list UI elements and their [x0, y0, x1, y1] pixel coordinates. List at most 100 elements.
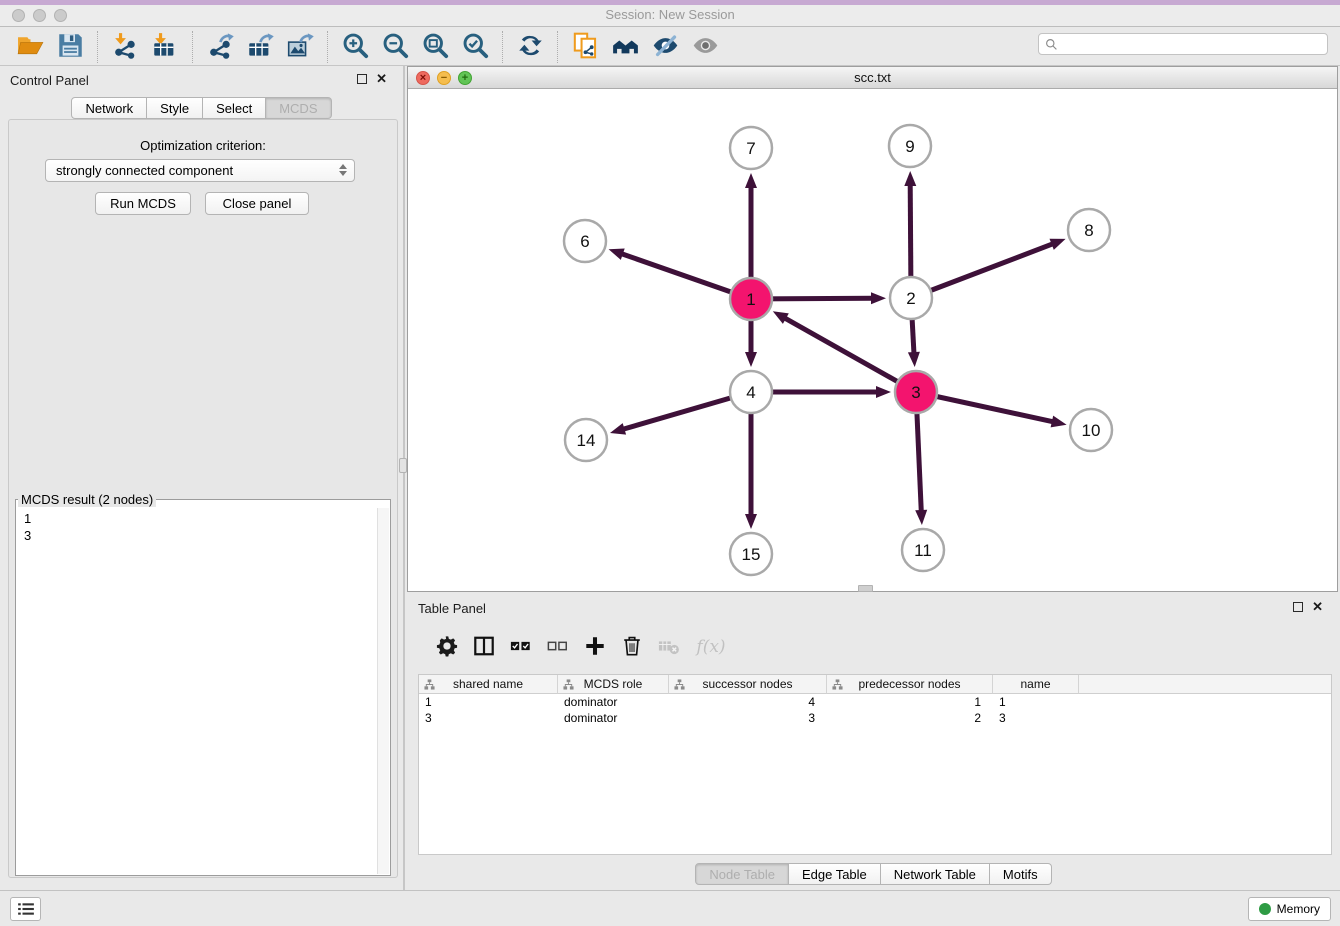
tab-mcds[interactable]: MCDS — [266, 97, 331, 119]
node-label-3: 3 — [911, 383, 920, 402]
close-panel-button[interactable]: Close panel — [205, 192, 309, 215]
deselect-all-checkboxes-button[interactable] — [543, 632, 573, 662]
import-table-button[interactable] — [145, 30, 185, 64]
memory-button[interactable]: Memory — [1248, 897, 1331, 921]
export-network-icon — [207, 32, 234, 62]
node-label-1: 1 — [746, 290, 755, 309]
mcds-result-box: MCDS result (2 nodes) 13 — [15, 492, 391, 876]
cell-MCDS-role[interactable]: dominator — [558, 694, 669, 710]
refresh-button[interactable] — [510, 30, 550, 64]
export-network-button[interactable] — [200, 30, 240, 64]
toolbar-separator — [502, 31, 503, 63]
zoom-in-button[interactable] — [335, 30, 375, 64]
refresh-icon — [517, 32, 544, 62]
column-header-shared-name[interactable]: shared name — [419, 675, 558, 694]
network-resize-handle[interactable] — [858, 585, 873, 592]
import-network-button[interactable] — [105, 30, 145, 64]
tab-style[interactable]: Style — [147, 97, 203, 119]
cell-name[interactable]: 3 — [993, 710, 1079, 726]
mcds-result-legend: MCDS result (2 nodes) — [18, 492, 156, 507]
list-icon — [17, 902, 35, 916]
node-label-2: 2 — [906, 289, 915, 308]
network-window-titlebar[interactable]: × − + scc.txt — [408, 67, 1337, 89]
window-title: Session: New Session — [0, 7, 1340, 22]
node-label-10: 10 — [1082, 421, 1101, 440]
node-label-4: 4 — [746, 383, 755, 402]
float-table-panel-icon[interactable] — [1293, 602, 1303, 612]
split-columns-button[interactable] — [469, 632, 499, 662]
network-view-window: × − + scc.txt 7968124314101511 — [407, 66, 1338, 592]
run-mcds-button[interactable]: Run MCDS — [95, 192, 191, 215]
add-column-button[interactable] — [580, 632, 610, 662]
show-panels-list-button[interactable] — [10, 897, 41, 921]
mcds-result-item: 3 — [24, 527, 376, 544]
delete-trash-button[interactable] — [617, 632, 647, 662]
zoom-out-button[interactable] — [375, 30, 415, 64]
cell-shared-name[interactable]: 3 — [419, 710, 558, 726]
table-panel: Table Panel ✕ f(x) shared nameMCDS roles… — [407, 595, 1340, 890]
open-session-button[interactable] — [10, 30, 50, 64]
tab-network-table[interactable]: Network Table — [881, 863, 990, 885]
panel-splitter-handle[interactable] — [399, 458, 407, 473]
export-image-button[interactable] — [280, 30, 320, 64]
delete-trash-icon — [621, 635, 643, 660]
column-header-name[interactable]: name — [993, 675, 1079, 694]
node-label-6: 6 — [580, 232, 589, 251]
close-panel-icon[interactable]: ✕ — [376, 73, 387, 85]
export-image-icon — [287, 32, 314, 62]
function-builder-button[interactable]: f(x) — [691, 632, 731, 662]
cell-successor-nodes[interactable]: 4 — [669, 694, 827, 710]
cell-MCDS-role[interactable]: dominator — [558, 710, 669, 726]
zoom-selected-button[interactable] — [455, 30, 495, 64]
arrowhead-icon — [610, 423, 626, 435]
tab-network[interactable]: Network — [71, 97, 147, 119]
shared-column-icon — [424, 679, 435, 690]
table-row[interactable]: 1dominator411 — [419, 694, 1331, 710]
cell-shared-name[interactable]: 1 — [419, 694, 558, 710]
table-row[interactable]: 3dominator323 — [419, 710, 1331, 726]
first-neighbors-icon — [612, 32, 639, 62]
first-neighbors-button[interactable] — [605, 30, 645, 64]
application-window: Session: New Session Control Panel ✕ Net… — [0, 0, 1340, 926]
show-all-icon — [692, 32, 719, 62]
toolbar-separator — [192, 31, 193, 63]
mcds-tab-content: Optimization criterion: strongly connect… — [8, 119, 398, 878]
cell-predecessor-nodes[interactable]: 2 — [827, 710, 993, 726]
hide-selected-button[interactable] — [645, 30, 685, 64]
close-table-panel-icon[interactable]: ✕ — [1312, 601, 1323, 613]
settings-gear-button[interactable] — [432, 632, 462, 662]
cell-name[interactable]: 1 — [993, 694, 1079, 710]
save-session-button[interactable] — [50, 30, 90, 64]
control-panel-tabs: NetworkStyleSelectMCDS — [0, 97, 403, 119]
search-input[interactable] — [1062, 36, 1321, 52]
arrowhead-icon — [609, 249, 625, 260]
tab-node-table[interactable]: Node Table — [695, 863, 789, 885]
select-all-checkboxes-button[interactable] — [506, 632, 536, 662]
edge-2-8[interactable] — [911, 244, 1054, 298]
search-box[interactable] — [1038, 33, 1328, 55]
toolbar-separator — [97, 31, 98, 63]
column-header-predecessor-nodes[interactable]: predecessor nodes — [827, 675, 993, 694]
chevron-up-down-icon — [339, 164, 347, 176]
duplicate-network-button[interactable] — [565, 30, 605, 64]
show-all-button[interactable] — [685, 30, 725, 64]
tab-edge-table[interactable]: Edge Table — [789, 863, 881, 885]
table-toolbar: f(x) — [418, 627, 1332, 667]
arrowhead-icon — [871, 292, 886, 304]
float-panel-icon[interactable] — [357, 74, 367, 84]
tab-motifs[interactable]: Motifs — [990, 863, 1052, 885]
import-table-icon — [152, 32, 179, 62]
network-graph-canvas[interactable]: 7968124314101511 — [408, 90, 1337, 591]
arrowhead-icon — [1051, 416, 1067, 428]
tab-select[interactable]: Select — [203, 97, 266, 119]
zoom-fit-button[interactable] — [415, 30, 455, 64]
edge-3-1[interactable] — [784, 318, 916, 392]
export-table-button[interactable] — [240, 30, 280, 64]
criterion-select[interactable]: strongly connected component — [45, 159, 355, 182]
column-header-successor-nodes[interactable]: successor nodes — [669, 675, 827, 694]
cell-successor-nodes[interactable]: 3 — [669, 710, 827, 726]
mcds-result-scrollbar[interactable] — [377, 508, 389, 874]
column-header-MCDS-role[interactable]: MCDS role — [558, 675, 669, 694]
delete-column-button[interactable] — [654, 632, 684, 662]
cell-predecessor-nodes[interactable]: 1 — [827, 694, 993, 710]
